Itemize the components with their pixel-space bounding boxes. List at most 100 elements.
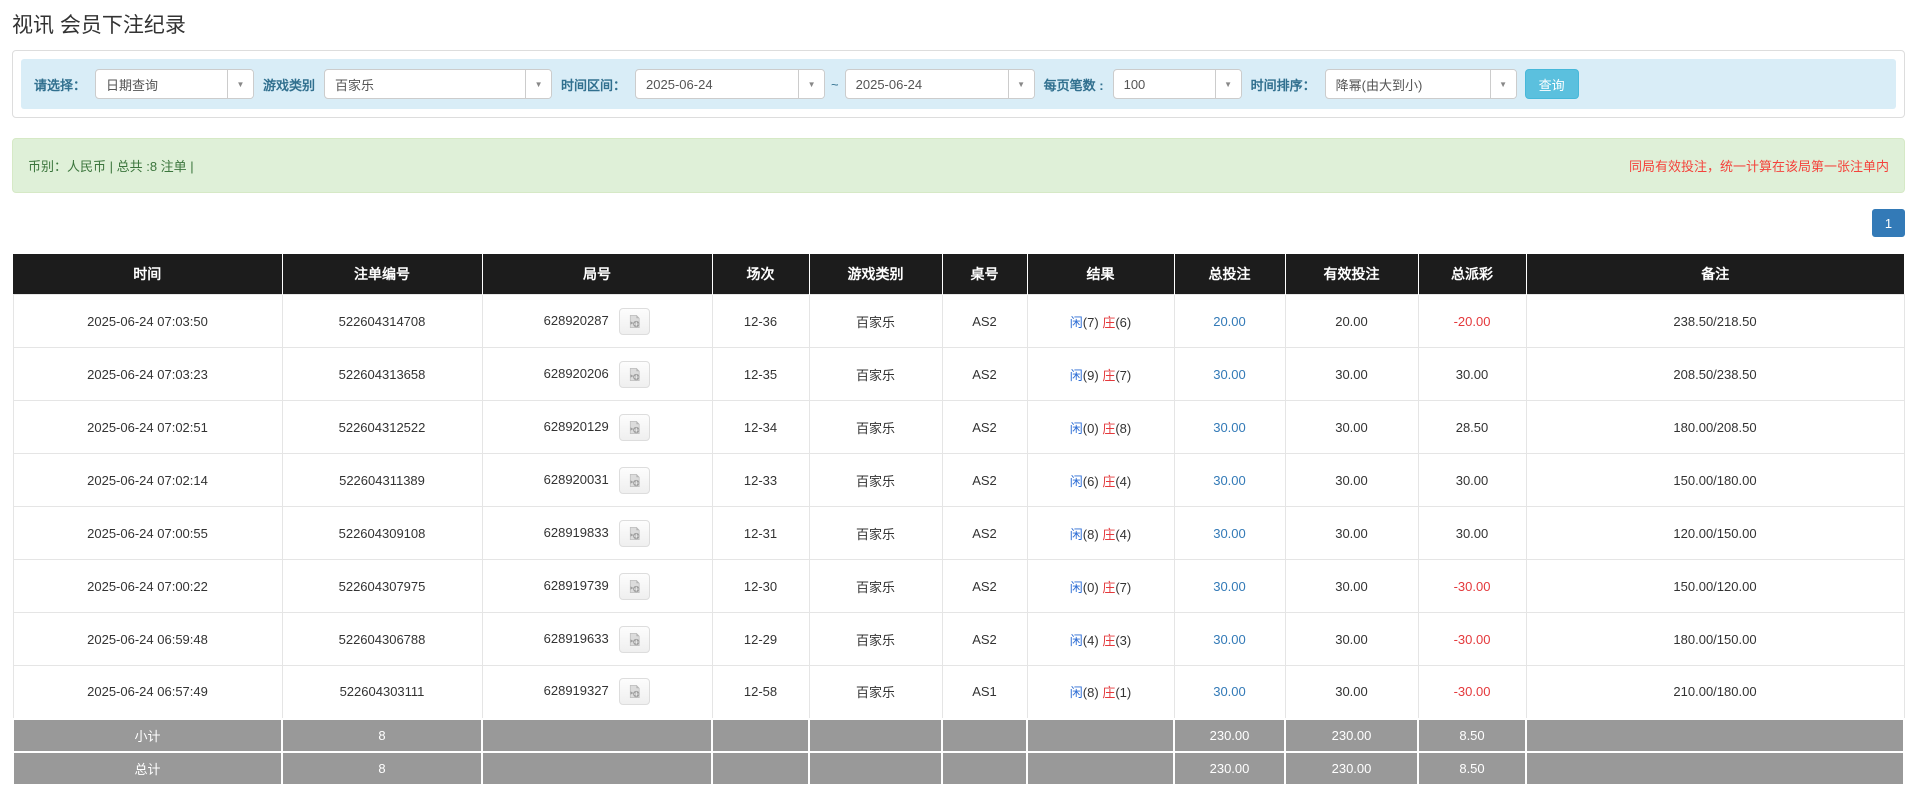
chevron-down-icon[interactable]: ▼ [525, 70, 552, 98]
cell-valid-bet: 30.00 [1284, 506, 1419, 560]
result-player-label: 闲 [1069, 473, 1083, 489]
cell-valid-bet: 30.00 [1284, 559, 1419, 613]
video-file-icon [630, 420, 640, 434]
valid-bet-note: 同局有效投注，统一计算在该局第一张注单内 [1628, 159, 1889, 174]
cell-session: 12-34 [711, 400, 810, 454]
pagination: 1 [12, 209, 1905, 237]
video-replay-button[interactable] [619, 466, 651, 494]
cell-game-type: 百家乐 [808, 506, 943, 560]
footer-cell: 230.00 [1284, 750, 1419, 786]
cell-payout: -30.00 [1417, 612, 1527, 666]
chevron-down-icon[interactable]: ▼ [1489, 70, 1516, 98]
total-bet-link[interactable]: 30.00 [1213, 473, 1246, 488]
result-player-label: 闲 [1069, 367, 1083, 383]
page-button-1[interactable]: 1 [1872, 209, 1905, 237]
video-replay-button[interactable] [619, 572, 651, 600]
footer-cell [1026, 717, 1175, 753]
result-banker-score: (7) [1115, 367, 1132, 383]
cell-session: 12-30 [711, 559, 810, 613]
result-player-score: (8) [1082, 685, 1099, 701]
total-bet-link[interactable]: 30.00 [1213, 579, 1246, 594]
cell-remark: 180.00/150.00 [1525, 612, 1905, 666]
cell-total-bet: 20.00 [1173, 294, 1286, 348]
footer-cell: 8 [281, 717, 483, 753]
page-size-label: 每页笔数 : [1043, 77, 1104, 93]
cell-total-bet: 30.00 [1173, 559, 1286, 613]
cell-valid-bet: 20.00 [1284, 294, 1419, 348]
cell-session: 12-36 [711, 294, 810, 348]
cell-session: 12-31 [711, 506, 810, 560]
cell-game-type: 百家乐 [808, 400, 943, 454]
chevron-down-icon[interactable]: ▼ [1214, 70, 1241, 98]
chevron-down-icon[interactable]: ▼ [227, 70, 254, 98]
cell-remark: 120.00/150.00 [1525, 506, 1905, 560]
footer-cell [1525, 750, 1905, 786]
video-replay-button[interactable] [619, 413, 651, 441]
total-bet-link[interactable]: 30.00 [1213, 367, 1246, 382]
video-file-icon [630, 579, 640, 593]
cell-total-bet: 30.00 [1173, 347, 1286, 401]
query-type-select[interactable]: 日期查询 ▼ [95, 69, 255, 99]
cell-valid-bet: 30.00 [1284, 453, 1419, 507]
game-type-select[interactable]: 百家乐 ▼ [324, 69, 553, 99]
video-file-icon [630, 314, 640, 328]
cell-session: 12-35 [711, 347, 810, 401]
date-from-select[interactable]: 2025-06-24 ▼ [635, 69, 826, 99]
cell-result: 闲(9) 庄(7) [1026, 347, 1175, 401]
cell-table-no: AS2 [941, 347, 1028, 401]
result-player-score: (0) [1082, 579, 1099, 595]
video-replay-button[interactable] [619, 678, 651, 706]
cell-time: 2025-06-24 07:03:23 [12, 347, 283, 401]
video-replay-button[interactable] [619, 307, 651, 335]
total-bet-link[interactable]: 30.00 [1213, 632, 1246, 647]
video-replay-button[interactable] [619, 625, 651, 653]
search-button[interactable]: 查询 [1524, 69, 1579, 99]
column-header: 局号 [482, 254, 713, 295]
result-player-label: 闲 [1069, 685, 1083, 701]
result-banker-score: (4) [1115, 473, 1132, 489]
cell-table-no: AS2 [941, 506, 1028, 560]
cell-round-no: 628919633 [481, 612, 713, 666]
footer-cell: 230.00 [1173, 750, 1286, 786]
result-player-score: (0) [1082, 420, 1099, 436]
chevron-down-icon[interactable]: ▼ [1007, 70, 1034, 98]
round-number: 628920287 [543, 312, 609, 328]
table-footer: 小计 8 230.00 230.00 8.50 总计 8 230.00 230.00 8.50 [12, 717, 1905, 786]
video-replay-button[interactable] [619, 519, 651, 547]
chevron-down-icon[interactable]: ▼ [798, 70, 825, 98]
table-body: 2025-06-24 07:03:50 522604314708 628920287… [12, 294, 1905, 719]
total-bet-link[interactable]: 30.00 [1213, 526, 1246, 541]
footer-cell: 8.50 [1417, 717, 1527, 753]
cell-round-no: 628920287 [481, 294, 713, 348]
round-number: 628920129 [543, 418, 609, 434]
video-replay-button[interactable] [619, 360, 651, 388]
bet-records-table: 时间 注单编号 局号 场次 游戏类别 桌号 结果 总投注 有效投注 总派彩 备注 2025-06-2… [12, 254, 1905, 786]
result-banker-label: 庄 [1102, 685, 1116, 701]
date-to-select[interactable]: 2025-06-24 ▼ [844, 69, 1035, 99]
payout-value: 28.50 [1455, 419, 1489, 435]
cell-payout: -30.00 [1417, 559, 1527, 613]
footer-cell [808, 750, 943, 786]
round-number: 628919739 [543, 577, 609, 593]
total-bet-link[interactable]: 30.00 [1213, 420, 1246, 435]
cell-total-bet: 30.00 [1173, 506, 1286, 560]
cell-round-no: 628919739 [481, 559, 713, 613]
sort-order-select[interactable]: 降幂(由大到小) ▼ [1324, 69, 1517, 99]
cell-session: 12-58 [711, 665, 810, 719]
footer-cell [481, 750, 713, 786]
result-player-score: (7) [1082, 314, 1099, 330]
round-number: 628920206 [543, 365, 609, 381]
table-header: 时间 注单编号 局号 场次 游戏类别 桌号 结果 总投注 有效投注 总派彩 备注 [13, 254, 1904, 295]
footer-cell: 230.00 [1284, 717, 1419, 753]
summary-bar: 币别：人民币 | 总共 :8 注单 | 同局有效投注，统一计算在该局第一张注单内 [12, 138, 1905, 193]
footer-cell: 230.00 [1173, 717, 1286, 753]
cell-session: 12-29 [711, 612, 810, 666]
total-bet-link[interactable]: 30.00 [1213, 684, 1246, 699]
total-bet-link[interactable]: 20.00 [1213, 314, 1246, 329]
cell-valid-bet: 30.00 [1284, 665, 1419, 719]
cell-payout: -30.00 [1417, 665, 1527, 719]
page-size-select[interactable]: 100 ▼ [1112, 69, 1242, 99]
column-header: 结果 [1027, 254, 1175, 295]
payout-value: -30.00 [1453, 578, 1491, 594]
result-banker-label: 庄 [1102, 632, 1116, 648]
